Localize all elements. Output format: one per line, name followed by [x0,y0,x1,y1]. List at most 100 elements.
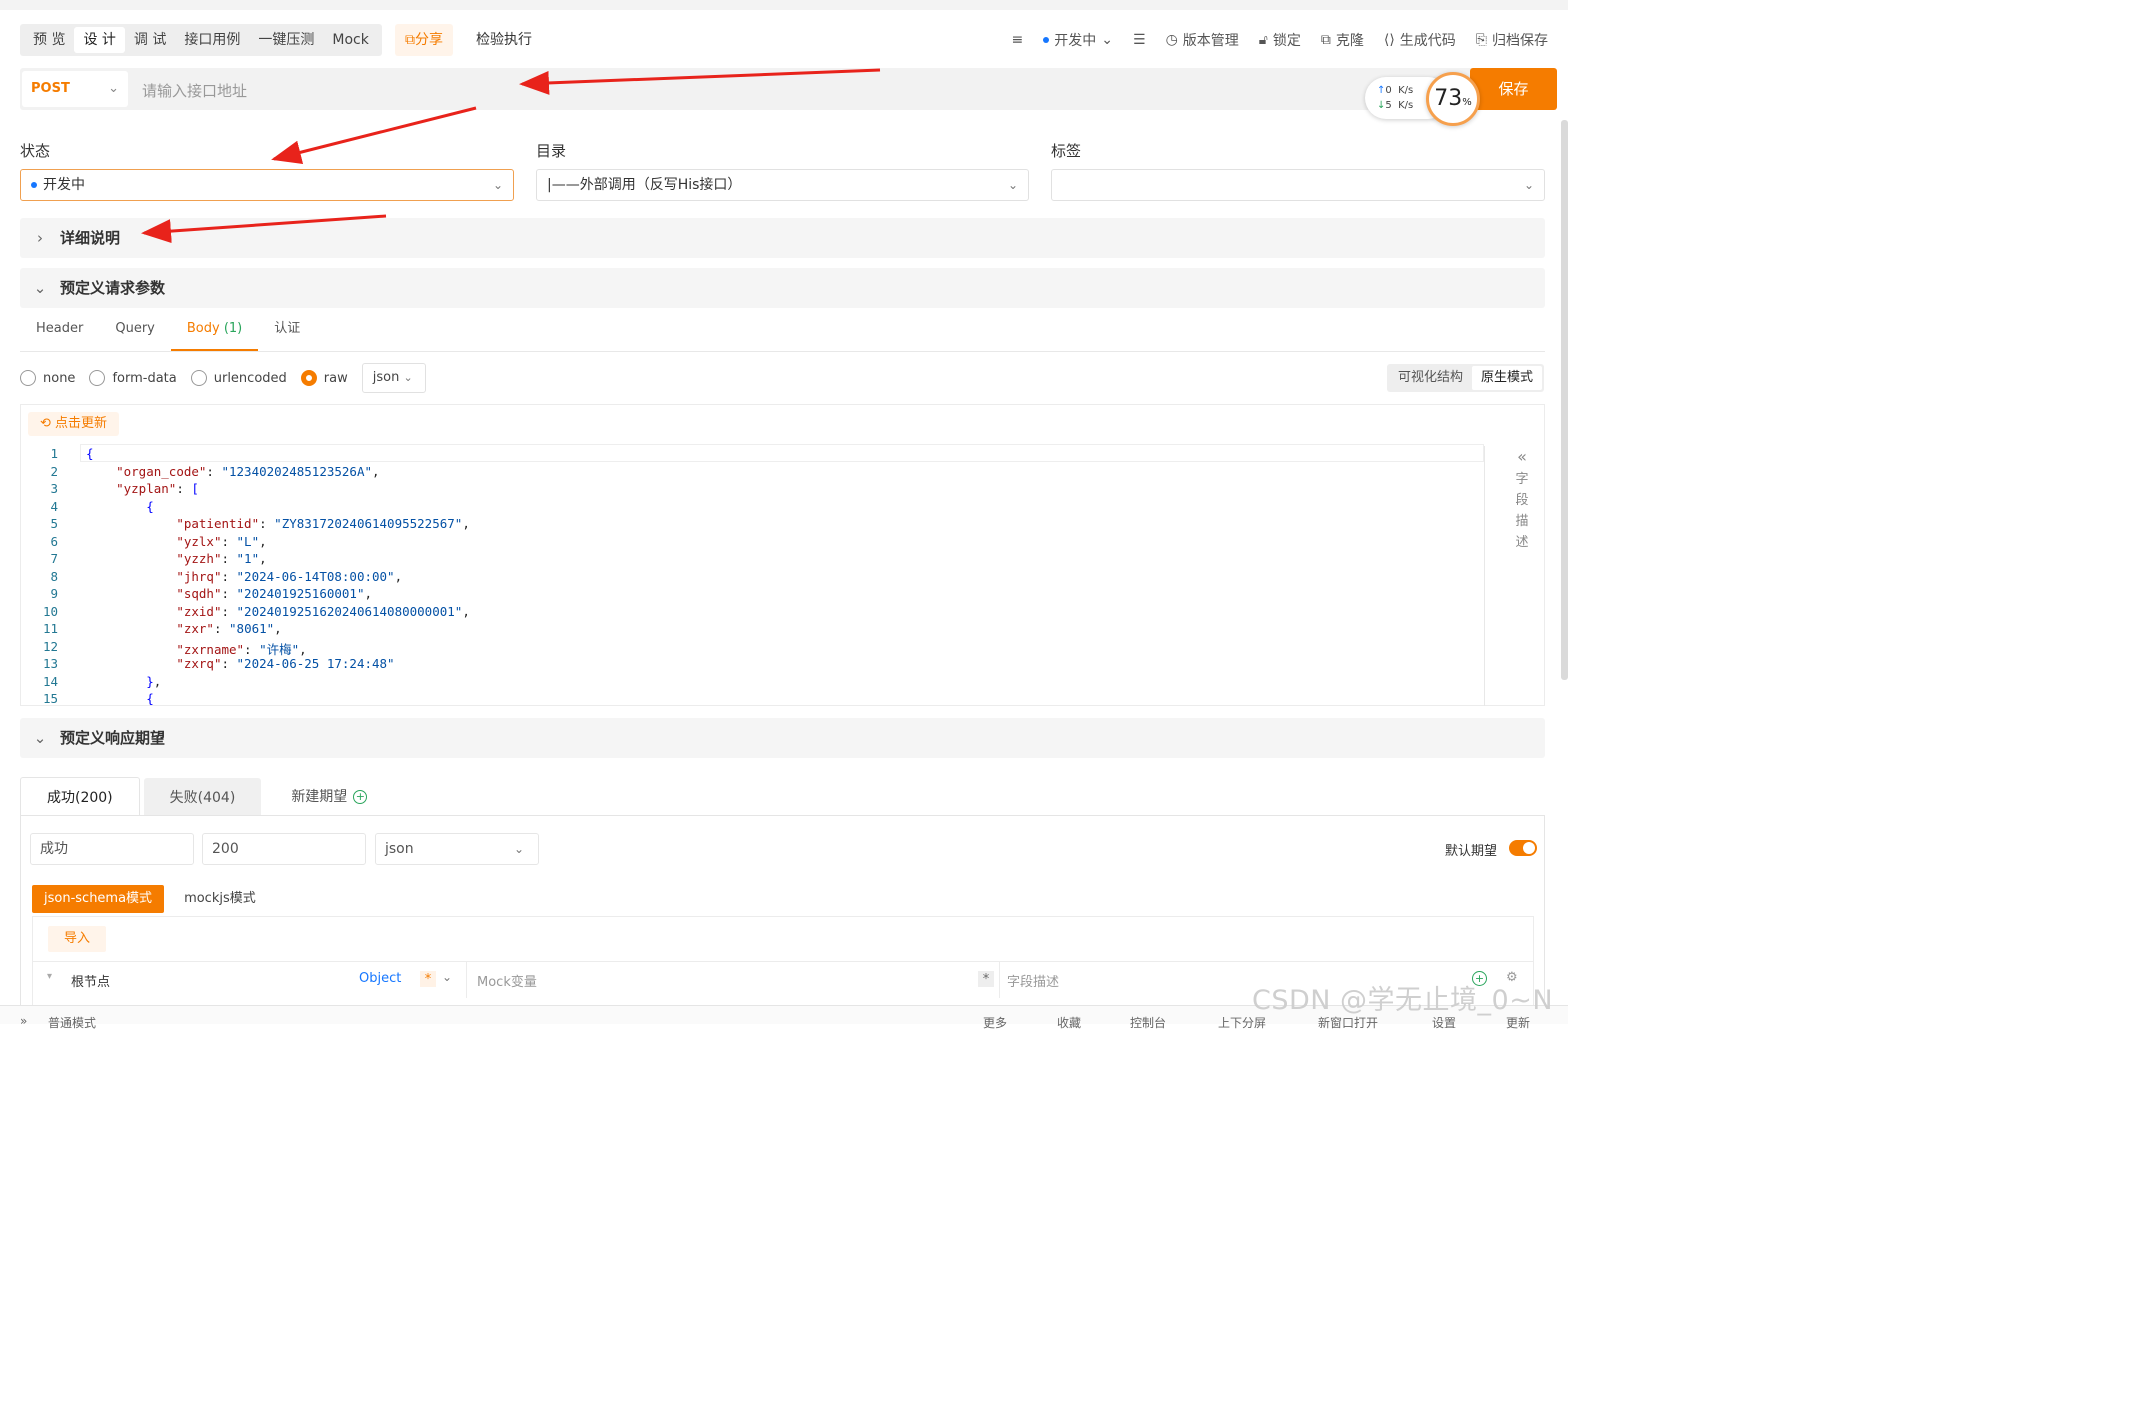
status-code-input[interactable]: 200 [202,833,366,865]
tab-success[interactable]: 成功(200) [20,777,140,816]
method-select[interactable]: POST ⌄ [22,71,128,107]
detail-section-header[interactable]: › 详细说明 [20,218,1545,258]
radio-none[interactable]: none [20,370,75,386]
chevron-down-icon: ⌄ [108,81,119,96]
normal-mode-label[interactable]: 普通模式 [48,1014,96,1031]
directory-field-label: 目录 [536,142,567,160]
tab-auth[interactable]: 认证 [258,311,316,351]
tab-mock[interactable]: Mock [323,27,377,53]
directory-select[interactable]: |——外部调用（反写His接口） ⌄ [536,169,1029,201]
status-select[interactable]: 开发中 ⌄ [20,169,514,201]
response-format-select[interactable]: json ⌄ [375,833,539,865]
collapse-caret-icon[interactable]: ▾ [47,971,52,982]
top-strip [0,0,1568,10]
code-line[interactable]: "zxrname": "许梅", [86,639,306,658]
tab-design[interactable]: 设 计 [74,27,125,53]
mock-asterisk-icon[interactable]: * [978,971,994,987]
radio-urlencoded[interactable]: urlencoded [190,370,287,386]
version-button[interactable]: ◷ 版本管理 [1166,30,1239,50]
share-button[interactable]: ⧉分享 [395,24,453,56]
refresh-button[interactable]: ⟲ 点击更新 [28,412,120,436]
line-number: 3 [50,481,58,496]
radio-form-data[interactable]: form-data [89,370,177,386]
cpu-gauge[interactable]: 73% [1426,72,1480,126]
response-section-header[interactable]: ⌄ 预定义响应期望 [20,718,1545,758]
tab-stress[interactable]: 一键压测 [249,27,323,53]
url-input[interactable] [140,78,844,104]
field-desc-panel-toggle[interactable]: « 字 段 描 述 [1504,446,1540,706]
chevron-down-icon: ⌄ [403,371,413,384]
tab-debug[interactable]: 调 试 [125,27,175,53]
line-number: 5 [50,516,58,531]
radio-circle[interactable] [190,370,207,386]
visual-mode-button[interactable]: 可视化结构 [1389,366,1472,390]
code-line[interactable]: "patientid": "ZY831720240614095522567", [86,516,470,531]
field-desc-char: 述 [1515,535,1529,550]
code-line[interactable]: "sqdh": "202401925160001", [86,586,372,601]
code-line[interactable]: "zxid": "2024019251620240614080000001", [86,604,470,619]
mock-variable-input[interactable]: Mock变量 [477,971,537,990]
tab-preview[interactable]: 预 览 [24,27,74,53]
root-node-type[interactable]: Object [359,971,401,986]
code-line[interactable]: "jhrq": "2024-06-14T08:00:00", [86,569,402,584]
code-line[interactable]: "yzzh": "1", [86,551,266,566]
watermark: CSDN @学无止境_0~N [1252,985,1554,1016]
tab-header[interactable]: Header [20,311,99,351]
collapse-icon[interactable]: » [20,1014,27,1028]
save-button[interactable]: 保存 [1470,68,1557,110]
run-check-button[interactable]: 检验执行 [476,24,532,56]
code-line[interactable]: "organ_code": "12340202485123526A", [86,464,379,479]
gen-code-label: 生成代码 [1399,33,1456,49]
response-section-title: 预定义响应期望 [60,729,166,747]
line-number: 9 [50,586,58,601]
required-icon[interactable]: * [420,971,436,987]
archive-button[interactable]: ⎘ 归档保存 [1476,30,1548,50]
status-dropdown[interactable]: 开发中 ⌄ [1043,30,1113,50]
outline-icon[interactable]: ☰ [1133,32,1146,48]
code-line[interactable]: "zxr": "8061", [86,621,281,636]
code-line[interactable]: "zxrq": "2024-06-25 17:24:48" [86,656,394,671]
tab-body[interactable]: Body (1) [170,311,259,351]
raw-format-value: json [372,370,400,385]
raw-format-select[interactable]: json ⌄ [361,363,426,393]
upload-speed: 0 [1385,85,1392,96]
collect-button[interactable]: 收藏 [1057,1014,1081,1031]
tab-query[interactable]: Query [99,311,171,351]
console-button[interactable]: 控制台 [1130,1014,1166,1031]
radio-circle-selected[interactable] [300,370,317,386]
more-button[interactable]: 更多 [983,1014,1007,1031]
tab-fail[interactable]: 失败(404) [143,778,262,816]
code-line[interactable]: { [86,446,94,461]
params-section-header[interactable]: ⌄ 预定义请求参数 [20,268,1545,308]
detail-section-title: 详细说明 [60,229,121,247]
radio-circle[interactable] [20,370,36,386]
root-node-name: 根节点 [71,975,111,990]
field-description-input[interactable]: 字段描述 [1007,971,1059,990]
code-lines[interactable]: 1 {2 "organ_code": "12340202485123526A", 3… [28,446,1488,706]
tab-cases[interactable]: 接口用例 [175,27,249,53]
json-schema-tab[interactable]: json-schema模式 [32,885,165,913]
import-button[interactable]: 导入 [48,926,106,952]
chevron-down-icon[interactable]: ⌄ [442,970,452,984]
page-scrollbar[interactable] [1561,120,1568,680]
radio-circle[interactable] [89,370,106,386]
code-line[interactable]: "yzlx": "L", [86,534,266,549]
lock-button[interactable]: 🔓︎ 锁定 [1259,30,1301,50]
chevron-down-icon: ⌄ [33,729,47,747]
mockjs-tab[interactable]: mockjs模式 [172,885,268,913]
code-line[interactable]: { [86,691,154,706]
radio-raw[interactable]: raw [300,370,348,386]
expectation-name-input[interactable]: 成功 [30,833,194,865]
chevron-right-icon: › [37,229,43,247]
tab-body-count: (1) [223,321,243,336]
code-line[interactable]: { [86,499,154,514]
clone-button[interactable]: ⧉ 克隆 [1321,30,1364,50]
code-line[interactable]: "yzplan": [ [86,481,199,496]
default-expectation-toggle[interactable] [1509,840,1537,856]
gen-code-button[interactable]: ⟨⟩ 生成代码 [1384,30,1456,50]
format-icon[interactable]: ≡ [1012,32,1024,48]
native-mode-button[interactable]: 原生模式 [1472,366,1543,390]
tag-select[interactable]: ⌄ [1051,169,1545,201]
code-line[interactable]: }, [86,674,161,689]
new-expectation-button[interactable]: 新建期望 + [265,778,393,816]
